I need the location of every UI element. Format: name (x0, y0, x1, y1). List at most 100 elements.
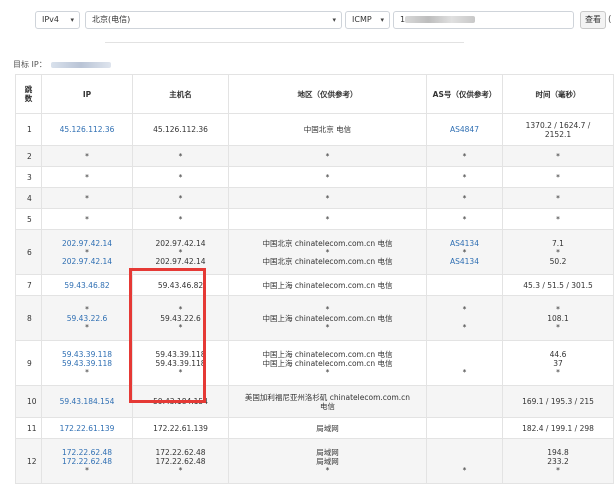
ip-link[interactable]: 59.43.184.154 (44, 397, 130, 406)
ip-cell: 172.22.62.48 172.22.62.48 * (41, 438, 133, 484)
host-cell: 59.43.46.82 (132, 274, 229, 296)
as-cell: * (426, 208, 503, 230)
truncated-edge-text: ( (608, 15, 612, 25)
time-cell: 182.4 / 199.1 / 298 (502, 417, 614, 439)
time-cell-line: 37 (553, 358, 563, 368)
host-cell-line: 59.43.184.154 (153, 397, 208, 406)
column-header-hop: 跳数 (15, 74, 42, 114)
hop-cell: 4 (15, 187, 42, 209)
column-header-region: 地区（仅供参考） (228, 74, 427, 114)
as-cell-line (429, 424, 500, 433)
time-cell-line: 7.1 (552, 238, 564, 248)
host-cell-line: * (178, 247, 183, 257)
ip-link[interactable]: 172.22.61.139 (44, 424, 130, 433)
column-header-as: AS号（仅供参考） (426, 74, 503, 114)
region-cell: 美国加利福尼亚州洛杉矶 chinatelecom.com.cn 电信 (228, 385, 427, 418)
ip-link[interactable]: 59.43.39.118 (44, 359, 130, 368)
time-cell-line: 194.8 (547, 447, 569, 457)
hop-cell: 2 (15, 145, 42, 167)
region-cell: * (228, 187, 427, 209)
host-cell: * (132, 166, 229, 188)
as-cell-line: * (462, 214, 467, 224)
ip-link[interactable]: 172.22.62.48 (44, 457, 130, 466)
time-cell: 194.8 233.2 * (502, 438, 614, 484)
as-link[interactable]: AS4134 (429, 239, 500, 248)
traceroute-table: 跳数 IP 主机名 地区（仅供参考） AS号（仅供参考） 时间（毫秒） 1 45.… (15, 74, 614, 484)
region-cell-line: 中国北京 电信 (303, 125, 352, 134)
ip-link[interactable]: 172.22.62.48 (44, 448, 130, 457)
chevron-down-icon: ▾ (70, 16, 74, 24)
host-cell-line: 202.97.42.14 (155, 256, 206, 266)
as-cell: * (426, 187, 503, 209)
ip-link[interactable]: 45.126.112.36 (44, 125, 130, 134)
time-cell-line: * (556, 367, 560, 377)
table-row: 7 59.43.46.82 59.43.46.82 中国上海 chinatelecom… (15, 274, 614, 296)
ip-link[interactable]: 202.97.42.14 (44, 257, 130, 266)
host-cell-line: * (178, 465, 183, 475)
hop-cell: 9 (15, 340, 42, 386)
as-cell (426, 417, 503, 439)
as-link[interactable]: AS4134 (429, 257, 500, 266)
as-cell-line (429, 359, 500, 368)
ip-cell: * (41, 166, 133, 188)
region-cell-line: 中国北京 chinatelecom.com.cn 电信 (262, 256, 393, 266)
region-cell-line: 局域网 (316, 423, 339, 433)
host-cell-line: 172.22.61.139 (153, 423, 208, 433)
hop-cell: 8 (15, 295, 42, 341)
time-cell: * (502, 187, 614, 209)
ip-cell-line: * (85, 465, 89, 475)
time-cell: * 108.1 * (502, 295, 614, 341)
chevron-down-icon: ▾ (380, 16, 384, 24)
target-ip-label: 目标 IP： (13, 59, 111, 70)
hop-cell: 6 (15, 229, 42, 275)
region-cell: * 中国上海 chinatelecom.com.cn 电信 * (228, 295, 427, 341)
time-cell-line: * (556, 172, 560, 182)
as-cell: AS4847 (426, 113, 503, 146)
region-cell-line: 局域网 (316, 447, 339, 457)
ip-cell: * (41, 145, 133, 167)
as-link[interactable]: AS4847 (429, 125, 500, 134)
protocol-select[interactable]: ICMP ▾ (345, 11, 390, 29)
ip-cell-line: * (85, 214, 89, 224)
location-select[interactable]: 北京(电信) ▾ (85, 11, 342, 29)
table-row: 1 45.126.112.36 45.126.112.36 中国北京 电信 AS4847… (15, 113, 614, 146)
ip-link[interactable]: 59.43.39.118 (44, 350, 130, 359)
ip-link[interactable]: 59.43.46.82 (44, 281, 130, 290)
region-cell-line: 中国北京 chinatelecom.com.cn 电信 (262, 238, 393, 248)
host-cell: 172.22.61.139 (132, 417, 229, 439)
ip-cell-line: * (85, 172, 89, 182)
ip-cell-line: * (85, 151, 89, 161)
target-input[interactable]: 1 (393, 11, 574, 29)
target-ip-caption: 目标 IP： (13, 60, 47, 69)
region-cell-line: * (325, 193, 330, 203)
hop-cell: 1 (15, 113, 42, 146)
as-cell: * (426, 340, 503, 386)
host-cell-line: * (178, 172, 183, 182)
host-cell-line: 202.97.42.14 (155, 238, 206, 248)
redacted-target (405, 16, 476, 23)
region-cell-line: * (325, 214, 330, 224)
as-cell-line (429, 314, 500, 323)
ip-link[interactable]: 202.97.42.14 (44, 239, 130, 248)
as-cell (426, 274, 503, 296)
time-cell-line: 2152.1 (544, 129, 572, 139)
as-cell-line (429, 350, 500, 359)
host-cell-line: 59.43.46.82 (157, 280, 204, 290)
ip-version-select[interactable]: IPv4 ▾ (35, 11, 80, 29)
region-cell-line: 美国加利福尼亚州洛杉矶 chinatelecom.com.cn (244, 392, 411, 402)
as-cell-line (429, 457, 500, 466)
as-cell: * (426, 438, 503, 484)
region-cell-line: * (325, 151, 330, 161)
as-cell: AS4134 * AS4134 (426, 229, 503, 275)
submit-button[interactable]: 查看 (580, 11, 606, 29)
host-cell: 59.43.184.154 (132, 385, 229, 418)
time-cell: 45.3 / 51.5 / 301.5 (502, 274, 614, 296)
time-cell-line: 233.2 (547, 456, 569, 466)
as-cell: * (426, 145, 503, 167)
region-cell-line: * (325, 247, 330, 257)
host-cell-line: 59.43.39.118 (155, 358, 206, 368)
ip-link[interactable]: 59.43.22.6 (44, 314, 130, 323)
host-cell: * (132, 187, 229, 209)
host-cell: 45.126.112.36 (132, 113, 229, 146)
column-header-ip: IP (41, 74, 133, 114)
